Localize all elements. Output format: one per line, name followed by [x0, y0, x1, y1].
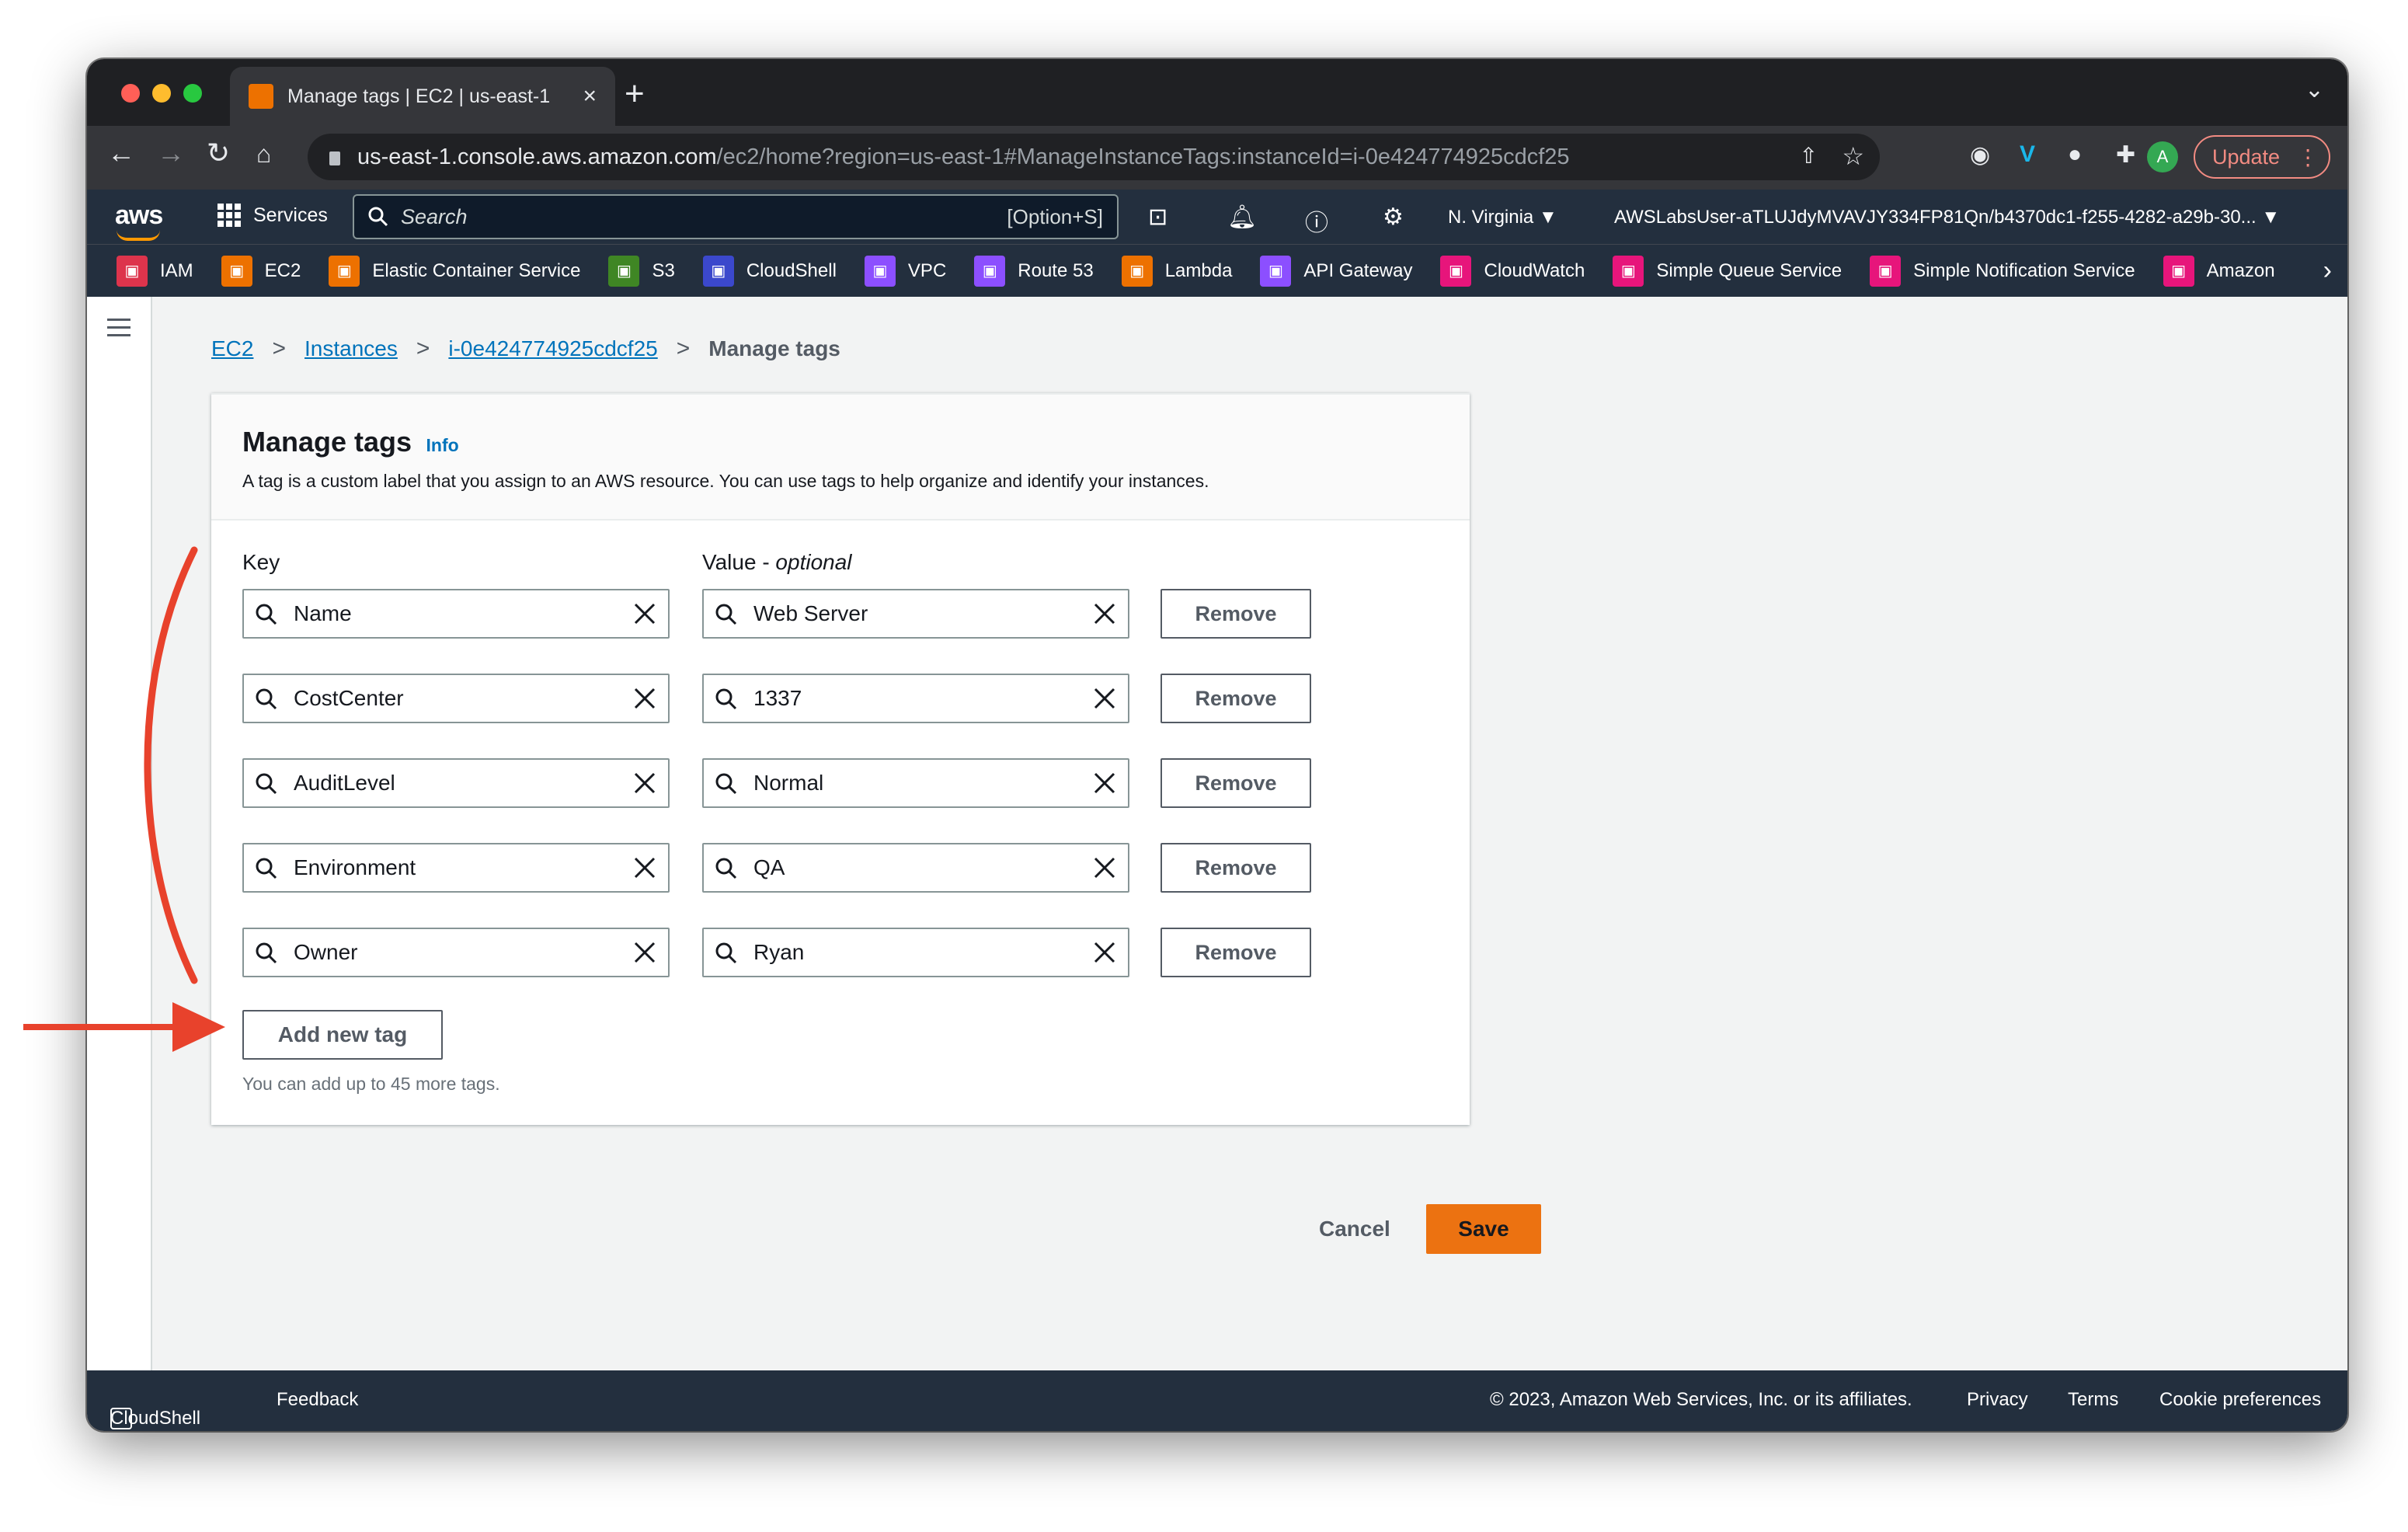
- annotation-curve: [144, 546, 198, 984]
- annotation-overlay: [23, 546, 225, 1052]
- annotation-arrow-head-icon: [172, 1002, 225, 1052]
